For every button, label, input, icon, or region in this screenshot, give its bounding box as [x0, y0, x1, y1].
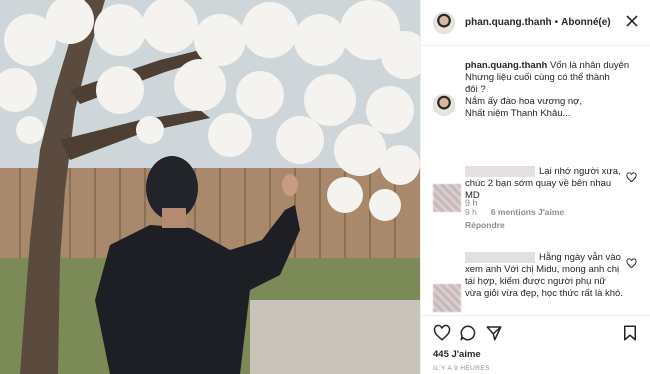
like-heart-icon[interactable] — [433, 324, 451, 342]
commenter-avatar-blurred[interactable] — [433, 184, 461, 212]
share-icon[interactable] — [485, 324, 503, 342]
heart-icon[interactable] — [626, 258, 637, 269]
separator-dot: • — [554, 17, 559, 28]
commenter-avatar-blurred[interactable] — [433, 284, 461, 312]
close-icon[interactable] — [625, 14, 639, 28]
caption-line-1: Vốn là nhân duyên — [549, 60, 630, 71]
comment-2: Hằng ngày vẫn vào xem anh Với chị Midu, … — [433, 252, 650, 312]
post-sidebar: phan.quang.thanh • Abonné(e) phan.quang.… — [420, 0, 650, 374]
caption-line-2: Nhưng liệu cuối cùng có thể thành — [465, 72, 610, 83]
comment-1-body: Lại nhớ người xưa, chúc 2 bạn sớm quay v… — [465, 166, 623, 202]
photo-illustration — [0, 0, 420, 374]
caption-line-5: Nhất niệm Thanh Khâu... — [465, 108, 571, 119]
follow-status[interactable]: Abonné(e) — [561, 17, 610, 28]
bookmark-icon[interactable] — [621, 324, 639, 342]
caption: phan.quang.thanh Vốn là nhân duyên Nhưng… — [433, 60, 643, 120]
comment-1-time: 9 h — [465, 207, 477, 218]
author-avatar[interactable] — [433, 11, 455, 34]
comment-2-body: Hằng ngày vẫn vào xem anh Với chị Midu, … — [465, 252, 623, 300]
caption-username[interactable]: phan.quang.thanh — [465, 60, 547, 71]
commenter-name-blurred[interactable] — [465, 166, 535, 177]
caption-line-3: đôi ? — [465, 84, 486, 95]
comment-1-likes[interactable]: 6 mentions J'aime — [491, 207, 564, 217]
post-time-ago: IL Y A 9 HEURES — [433, 365, 490, 372]
commenter-name-blurred[interactable] — [465, 252, 535, 263]
post-header: phan.quang.thanh • Abonné(e) — [421, 0, 650, 46]
caption-line-4: Nắm ấy đào hoa vương nợ, — [465, 96, 583, 107]
reply-button[interactable]: Répondre — [465, 220, 637, 230]
comment-icon[interactable] — [459, 324, 477, 342]
caption-avatar[interactable] — [433, 94, 455, 116]
comment-1: Lại nhớ người xưa, chúc 2 bạn sớm quay v… — [433, 166, 650, 230]
comment-1-meta: 9 h 6 mentions J'aime Répondre — [465, 207, 650, 230]
post-photo[interactable] — [0, 0, 420, 374]
post-actions: 445 J'aime IL Y A 9 HEURES — [421, 315, 650, 374]
heart-icon[interactable] — [626, 172, 637, 183]
caption-text: phan.quang.thanh Vốn là nhân duyên Nhưng… — [465, 60, 643, 120]
author-username[interactable]: phan.quang.thanh — [465, 17, 552, 28]
likes-count[interactable]: 445 J'aime — [433, 349, 481, 360]
